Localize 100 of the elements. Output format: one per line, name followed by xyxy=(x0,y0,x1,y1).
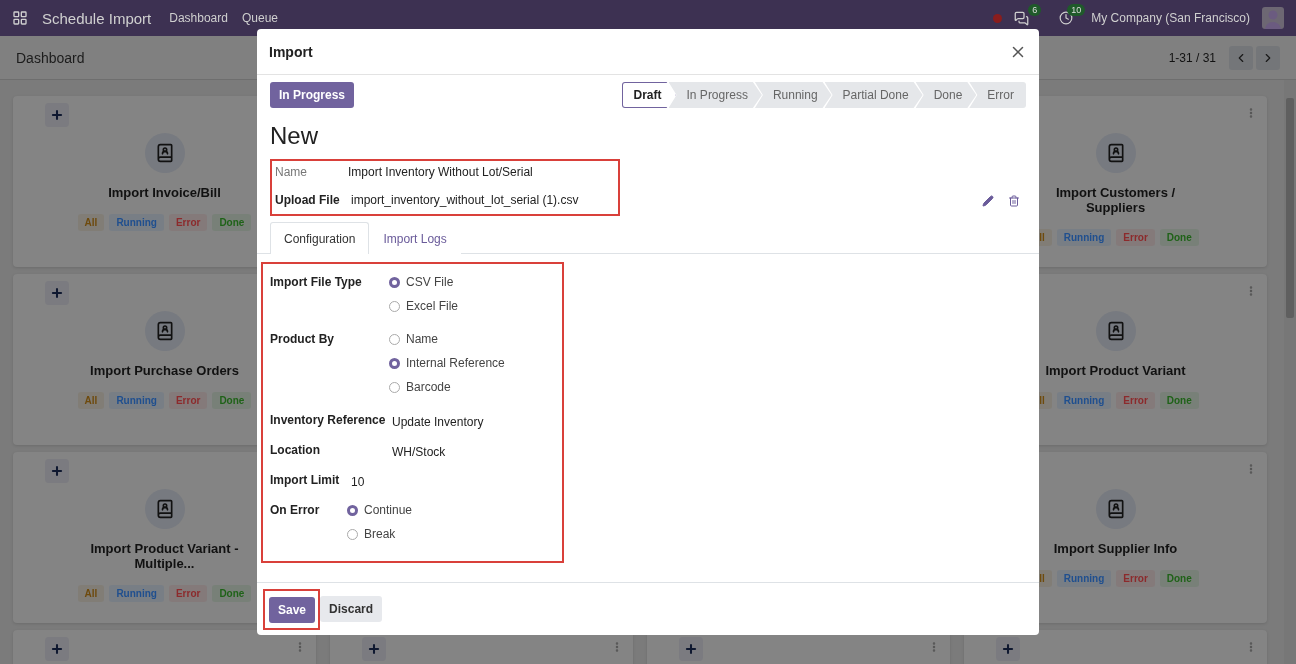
status-filter-tag[interactable]: Done xyxy=(1159,570,1199,587)
chat-icon[interactable] xyxy=(1014,10,1030,26)
plus-icon xyxy=(684,642,698,656)
status-stage[interactable]: Running xyxy=(754,82,832,108)
radio-option[interactable]: Barcode xyxy=(389,375,505,399)
save-button[interactable]: Save xyxy=(269,596,316,623)
previous-page-button[interactable] xyxy=(1229,45,1253,70)
radio-button[interactable] xyxy=(389,300,400,312)
status-stage[interactable]: Done xyxy=(915,82,977,108)
pager-value[interactable]: 1-31 / 31 xyxy=(1168,50,1216,65)
field-value: Update Inventory xyxy=(392,414,484,431)
radio-option[interactable]: Continue xyxy=(347,498,413,522)
plus-icon xyxy=(50,286,64,300)
plus-icon xyxy=(367,642,381,656)
clock-icon[interactable] xyxy=(1059,11,1074,25)
radio-option[interactable]: Internal Reference xyxy=(389,351,505,375)
app-name: Schedule Import xyxy=(42,9,152,27)
field-label: Name xyxy=(275,165,308,179)
nav-menu-item[interactable]: Dashboard xyxy=(169,11,228,25)
status-filter-tag[interactable]: Error xyxy=(1116,570,1155,587)
status-filter-tag[interactable]: Running xyxy=(109,392,164,409)
status-filter-tag[interactable]: Error xyxy=(168,585,208,602)
plus-icon xyxy=(50,464,64,478)
add-button[interactable] xyxy=(45,637,69,661)
radio-option[interactable]: Break xyxy=(347,522,413,546)
option-label: Internal Reference xyxy=(406,356,505,370)
field-label: Upload File xyxy=(275,193,341,207)
field-value: import_inventory_without_lot_serial (1).csv xyxy=(351,193,579,207)
plus-icon xyxy=(50,108,64,122)
option-label: Name xyxy=(406,332,438,346)
field-label: Product By xyxy=(270,331,335,348)
card-title: Import Supplier Info xyxy=(1052,541,1179,556)
status-stage[interactable]: Error xyxy=(969,82,1026,108)
apps-menu-icon[interactable] xyxy=(12,10,28,26)
status-filter-tag[interactable]: Running xyxy=(1056,392,1112,409)
card-title: Import Invoice/Bill xyxy=(107,185,222,200)
add-button[interactable] xyxy=(996,637,1020,661)
status-filter-tag[interactable]: Done xyxy=(212,214,252,231)
radio-button[interactable] xyxy=(389,276,400,288)
status-stage[interactable]: In Progress xyxy=(668,82,762,108)
radio-option[interactable]: Excel File xyxy=(389,294,458,318)
status-filter-tag[interactable]: Done xyxy=(212,392,252,409)
status-filter-tag[interactable]: Error xyxy=(1116,229,1155,246)
trash-icon[interactable] xyxy=(1008,195,1020,207)
card-title: Import Customers / Suppliers xyxy=(1054,185,1177,215)
alert-dot-icon[interactable] xyxy=(993,13,1003,23)
card-title: Import Purchase Orders xyxy=(89,363,240,378)
radio-option[interactable]: CSV File xyxy=(389,270,458,294)
status-filter-tag[interactable]: Done xyxy=(212,585,252,602)
next-page-button[interactable] xyxy=(1256,45,1280,70)
option-label: Excel File xyxy=(406,299,458,313)
status-filter-tag[interactable]: Running xyxy=(109,585,164,602)
dialog-title: Import xyxy=(269,43,313,60)
radio-option[interactable]: Name xyxy=(389,327,505,351)
add-button[interactable] xyxy=(362,637,386,661)
add-button[interactable] xyxy=(45,459,69,483)
radio-button[interactable] xyxy=(347,504,358,516)
radio-button[interactable] xyxy=(347,528,358,540)
status-filter-tag[interactable]: Running xyxy=(109,214,164,231)
status-filter-tag[interactable]: Done xyxy=(1159,392,1199,409)
scrollbar[interactable] xyxy=(1284,80,1296,664)
status-filter-tag[interactable]: Running xyxy=(1056,229,1112,246)
plus-icon xyxy=(50,642,64,656)
status-filter-tag[interactable]: Done xyxy=(1159,229,1199,246)
status-filter-tag[interactable]: All xyxy=(77,585,105,602)
status-filter-tag[interactable]: Error xyxy=(168,214,208,231)
add-button[interactable] xyxy=(45,103,69,127)
discard-button[interactable]: Discard xyxy=(320,596,383,622)
field-label: Location xyxy=(270,442,321,459)
contact-book-icon xyxy=(144,489,185,529)
radio-button[interactable] xyxy=(389,357,400,369)
field-value: Import Inventory Without Lot/Serial xyxy=(348,165,533,179)
status-filter-tag[interactable]: All xyxy=(77,214,105,231)
card-title: Import Product Variant - Multiple... xyxy=(89,541,240,571)
radio-button[interactable] xyxy=(389,381,400,393)
status-stage[interactable]: Partial Done xyxy=(824,82,923,108)
breadcrumb-title: Dashboard xyxy=(16,49,85,66)
add-button[interactable] xyxy=(45,281,69,305)
status-stage[interactable]: Draft xyxy=(621,82,676,108)
edit-icon[interactable] xyxy=(982,195,994,207)
field-label: Import Limit xyxy=(270,472,341,489)
field-value: WH/Stock xyxy=(392,444,446,461)
field-label: Import File Type xyxy=(270,274,363,291)
status-filter-tag[interactable]: Running xyxy=(1056,570,1112,587)
status-filter-tag[interactable]: Error xyxy=(168,392,208,409)
radio-button[interactable] xyxy=(389,333,400,345)
status-filter-tag[interactable]: All xyxy=(77,392,105,409)
card-title: Import Product Variant xyxy=(1044,363,1187,378)
contact-book-icon xyxy=(1095,489,1136,529)
company-name[interactable]: My Company (San Francisco) xyxy=(1091,11,1250,25)
in-progress-button[interactable]: In Progress xyxy=(270,82,355,108)
status-filter-tag[interactable]: Error xyxy=(1116,392,1155,409)
nav-menu-item[interactable]: Queue xyxy=(241,11,278,25)
add-button[interactable] xyxy=(679,637,703,661)
field-value: 10 xyxy=(351,474,365,491)
form-tab[interactable]: Configuration xyxy=(270,222,370,254)
message-count-badge: 6 xyxy=(1028,3,1042,16)
record-title: New xyxy=(270,122,318,150)
option-label: Continue xyxy=(364,503,413,517)
option-label: Barcode xyxy=(406,380,451,394)
